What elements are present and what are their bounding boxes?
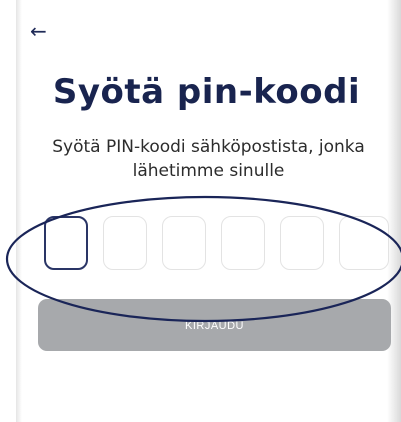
pin-digit-6[interactable]: [339, 216, 389, 270]
page-title: Syötä pin-koodi: [52, 72, 361, 112]
frame-edge-right: [387, 0, 401, 422]
pin-digit-4[interactable]: [221, 216, 265, 270]
pin-digit-1[interactable]: [44, 216, 88, 270]
login-button[interactable]: KIRJAUDU: [38, 299, 391, 351]
pin-entry-screen: ← Syötä pin-koodi Syötä PIN-koodi sähköp…: [0, 0, 401, 422]
instruction-text: Syötä PIN-koodi sähköpostista, jonka läh…: [52, 137, 365, 181]
back-arrow-icon[interactable]: ←: [30, 16, 60, 46]
frame-edge-left: [16, 0, 22, 422]
pin-digit-3[interactable]: [162, 216, 206, 270]
annotation-ellipse: [5, 195, 401, 323]
pin-code-input-group: [0, 216, 401, 272]
pin-digit-2[interactable]: [103, 216, 147, 270]
pin-digit-5[interactable]: [280, 216, 324, 270]
